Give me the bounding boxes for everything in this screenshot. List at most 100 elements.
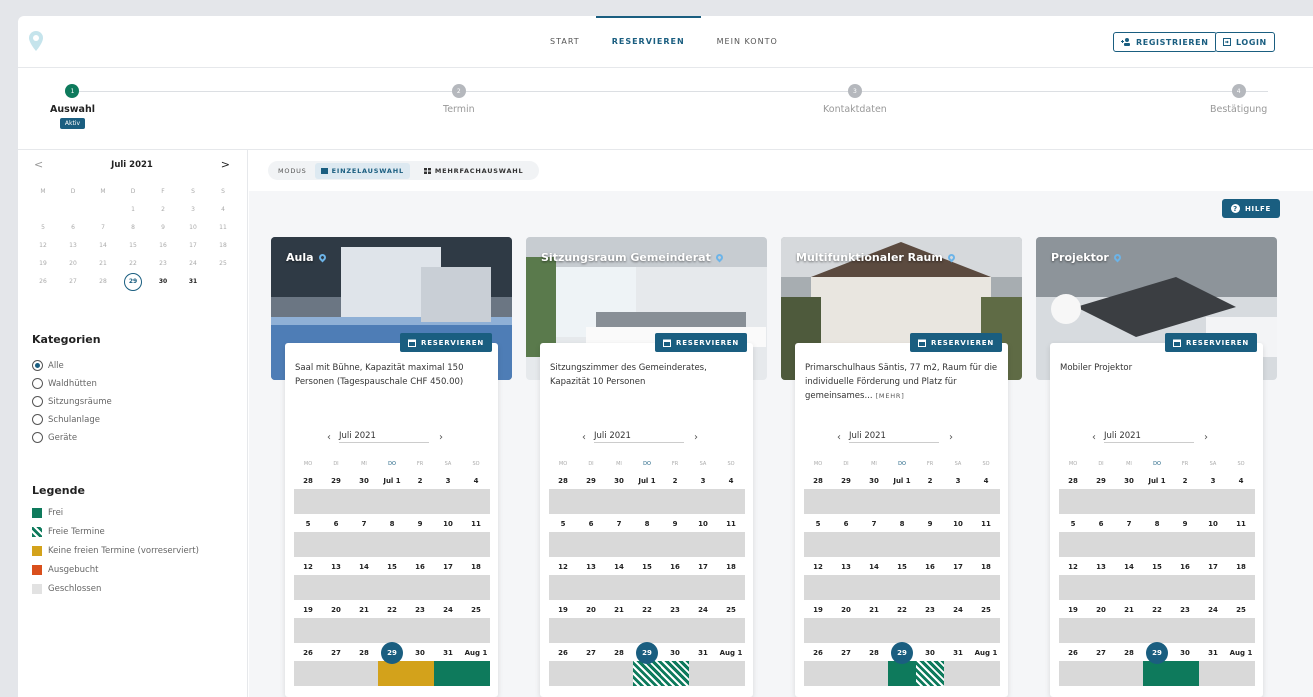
availability-cell[interactable]: [378, 575, 406, 600]
calendar-day[interactable]: 30: [605, 474, 633, 489]
availability-cell[interactable]: [406, 618, 434, 643]
calendar-day[interactable]: 27: [322, 646, 350, 661]
availability-cell[interactable]: [1199, 489, 1227, 514]
calendar-day[interactable]: 21: [605, 603, 633, 618]
availability-cell[interactable]: [322, 575, 350, 600]
calendar-day[interactable]: 28: [88, 276, 118, 288]
availability-cell[interactable]: [1199, 575, 1227, 600]
calendar-day[interactable]: 6: [322, 517, 350, 532]
calendar-day[interactable]: 18: [972, 560, 1000, 575]
availability-cell[interactable]: [832, 489, 860, 514]
calendar-day[interactable]: 28: [294, 474, 322, 489]
availability-cell[interactable]: [605, 532, 633, 557]
calendar-day[interactable]: 9: [661, 517, 689, 532]
calendar-day[interactable]: 14: [88, 240, 118, 252]
availability-cell[interactable]: [350, 532, 378, 557]
calendar-day[interactable]: 12: [804, 560, 832, 575]
availability-cell[interactable]: [916, 532, 944, 557]
availability-cell[interactable]: [1143, 489, 1171, 514]
calendar-day[interactable]: 2: [661, 474, 689, 489]
availability-cell[interactable]: [1171, 618, 1199, 643]
calendar-day[interactable]: 3: [178, 204, 208, 216]
availability-cell[interactable]: [577, 489, 605, 514]
calendar-day[interactable]: 10: [944, 517, 972, 532]
calendar-day[interactable]: 19: [549, 603, 577, 618]
availability-cell[interactable]: [860, 661, 888, 686]
calendar-day[interactable]: 22: [888, 603, 916, 618]
calendar-day[interactable]: 24: [434, 603, 462, 618]
availability-cell[interactable]: [605, 575, 633, 600]
calendar-day[interactable]: 16: [916, 560, 944, 575]
availability-cell[interactable]: [1199, 661, 1227, 686]
category-option[interactable]: Geräte: [32, 432, 77, 443]
availability-cell[interactable]: [804, 489, 832, 514]
location-pin-icon[interactable]: [317, 252, 327, 263]
step-termin[interactable]: 2 Termin: [443, 84, 475, 115]
calendar-day[interactable]: 29: [322, 474, 350, 489]
today-marker[interactable]: 29: [636, 642, 658, 664]
calendar-day[interactable]: 5: [1059, 517, 1087, 532]
availability-cell[interactable]: [1087, 575, 1115, 600]
availability-cell[interactable]: [1227, 489, 1255, 514]
availability-cell[interactable]: [294, 661, 322, 686]
calendar-day[interactable]: 15: [633, 560, 661, 575]
availability-cell[interactable]: [1199, 532, 1227, 557]
calendar-day[interactable]: 26: [549, 646, 577, 661]
calendar-day[interactable]: 7: [605, 517, 633, 532]
calendar-day[interactable]: Jul 1: [378, 474, 406, 489]
availability-cell[interactable]: [661, 661, 689, 686]
calendar-day[interactable]: 25: [208, 258, 238, 270]
availability-cell[interactable]: [1227, 661, 1255, 686]
calendar-day[interactable]: 25: [717, 603, 745, 618]
calendar-day[interactable]: 28: [350, 646, 378, 661]
calendar-day[interactable]: 4: [462, 474, 490, 489]
calendar-day[interactable]: 16: [148, 240, 178, 252]
prev-month-icon[interactable]: ‹: [582, 432, 586, 443]
availability-cell[interactable]: [462, 532, 490, 557]
availability-cell[interactable]: [1059, 489, 1087, 514]
availability-cell[interactable]: [944, 532, 972, 557]
multi-select-button[interactable]: MEHRFACHAUSWAHL: [418, 163, 530, 179]
location-pin-icon[interactable]: [946, 252, 957, 263]
calendar-day[interactable]: Jul 1: [1143, 474, 1171, 489]
calendar-day[interactable]: 27: [1087, 646, 1115, 661]
login-button[interactable]: LOGIN: [1215, 32, 1275, 52]
availability-cell[interactable]: [549, 532, 577, 557]
calendar-day[interactable]: 22: [118, 258, 148, 270]
calendar-day[interactable]: 14: [1115, 560, 1143, 575]
availability-cell[interactable]: [832, 575, 860, 600]
availability-cell[interactable]: [1087, 661, 1115, 686]
calendar-day[interactable]: 29: [1087, 474, 1115, 489]
calendar-day[interactable]: 29: [1143, 642, 1171, 664]
register-button[interactable]: REGISTRIEREN: [1113, 32, 1217, 52]
availability-cell[interactable]: [350, 661, 378, 686]
availability-cell[interactable]: [1171, 532, 1199, 557]
availability-cell[interactable]: [916, 661, 944, 686]
calendar-day[interactable]: 29: [118, 273, 148, 291]
availability-cell[interactable]: [406, 489, 434, 514]
calendar-day[interactable]: 30: [661, 646, 689, 661]
calendar-day[interactable]: 30: [1171, 646, 1199, 661]
availability-cell[interactable]: [1059, 532, 1087, 557]
calendar-day[interactable]: 3: [944, 474, 972, 489]
availability-cell[interactable]: [1199, 618, 1227, 643]
availability-cell[interactable]: [1227, 575, 1255, 600]
calendar-day[interactable]: 30: [916, 646, 944, 661]
step-kontaktdaten[interactable]: 3 Kontaktdaten: [823, 84, 887, 115]
calendar-day[interactable]: 9: [1171, 517, 1199, 532]
resource-title[interactable]: Sitzungsraum Gemeinderat: [541, 251, 725, 264]
availability-cell[interactable]: [462, 661, 490, 686]
availability-cell[interactable]: [832, 532, 860, 557]
availability-cell[interactable]: [294, 575, 322, 600]
calendar-day[interactable]: 6: [1087, 517, 1115, 532]
calendar-day[interactable]: 26: [1059, 646, 1087, 661]
calendar-day[interactable]: 25: [462, 603, 490, 618]
category-option[interactable]: Waldhütten: [32, 378, 97, 389]
reserve-button[interactable]: RESERVIEREN: [400, 333, 493, 352]
availability-cell[interactable]: [972, 532, 1000, 557]
availability-cell[interactable]: [378, 489, 406, 514]
more-link[interactable]: [MEHR]: [876, 392, 905, 400]
calendar-day[interactable]: 13: [322, 560, 350, 575]
calendar-day[interactable]: 30: [1115, 474, 1143, 489]
calendar-day[interactable]: 25: [1227, 603, 1255, 618]
